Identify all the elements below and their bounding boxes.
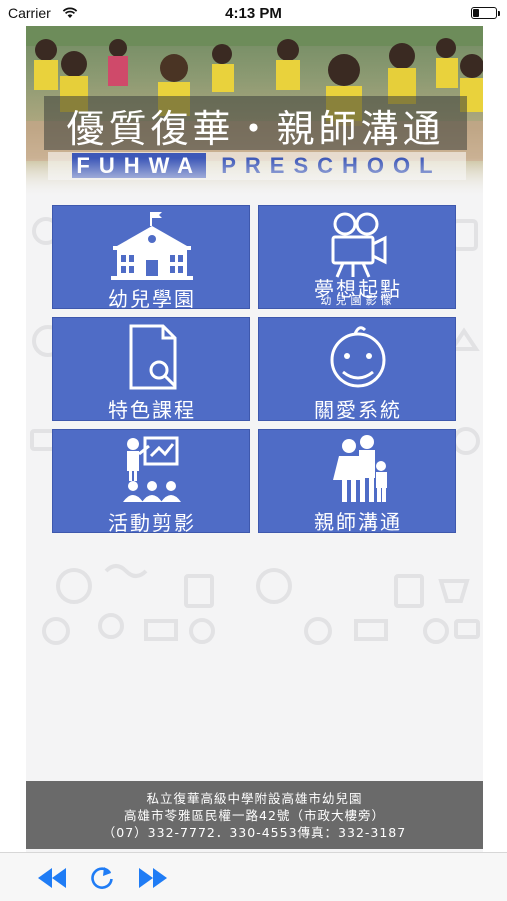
school-building-icon	[111, 212, 193, 280]
rewind-icon[interactable]	[36, 865, 68, 891]
menu-tile-kindergarten[interactable]: 幼兒學園	[52, 205, 250, 311]
webview-content: 優質復華‧親師溝通 FUHWA PRESCHOOL	[26, 26, 483, 852]
battery-icon	[471, 7, 500, 19]
document-search-icon	[129, 324, 177, 390]
refresh-icon[interactable]	[89, 865, 115, 891]
browser-toolbar	[0, 852, 507, 901]
tile-label: 幼兒學園	[108, 287, 196, 311]
video-camera-icon	[331, 212, 387, 278]
parent-child-icon	[333, 435, 387, 502]
footer-phone: （07）332-7772．330-4553傳真：332-3187	[102, 825, 407, 840]
tile-label: 活動剪影	[108, 511, 196, 535]
menu-tile-dream-start[interactable]: 夢想起點 幼兒園影像	[258, 205, 456, 309]
school-info-footer: 私立復華高級中學附設高雄市幼兒園 高雄市苓雅區民權一路42號（市政大樓旁） （0…	[26, 781, 483, 849]
presentation-teacher-icon	[123, 436, 181, 502]
banner-title-chinese: 優質復華‧親師溝通	[66, 107, 445, 151]
footer-address: 高雄市苓雅區民權一路42號（市政大樓旁）	[124, 808, 385, 823]
footer-school-name: 私立復華高級中學附設高雄市幼兒園	[146, 791, 363, 806]
tile-label: 特色課程	[108, 398, 196, 422]
baby-face-icon	[330, 326, 386, 388]
menu-tile-special-courses[interactable]: 特色課程	[52, 317, 250, 422]
menu-tile-care-system[interactable]: 關愛系統	[258, 317, 456, 422]
fast-forward-icon[interactable]	[137, 865, 169, 891]
hero-banner: 優質復華‧親師溝通 FUHWA PRESCHOOL	[26, 26, 483, 196]
tile-label: 親師溝通	[314, 510, 402, 534]
status-bar: Carrier 4:13 PM	[0, 0, 507, 26]
tile-sublabel: 幼兒園影像	[320, 294, 396, 307]
menu-tile-parent-teacher[interactable]: 親師溝通	[258, 429, 456, 534]
status-time: 4:13 PM	[225, 5, 282, 22]
menu-tile-activity-photos[interactable]: 活動剪影	[52, 429, 250, 535]
tile-label: 關愛系統	[314, 398, 402, 422]
